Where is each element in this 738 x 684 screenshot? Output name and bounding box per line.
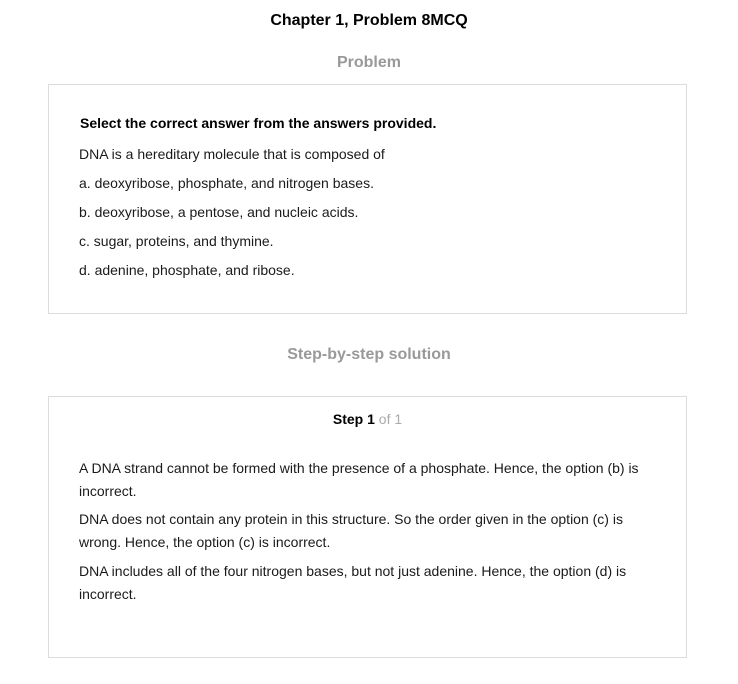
question-stem: DNA is a hereditary molecule that is com…	[79, 146, 385, 162]
problem-instruction: Select the correct answer from the answe…	[80, 115, 437, 131]
problem-heading: Problem	[336, 54, 401, 71]
step-number: 1	[367, 411, 375, 427]
solution-paragraph: DNA includes all of the four nitrogen ba…	[79, 563, 627, 602]
solution-paragraph: DNA does not contain any protein in this…	[79, 511, 623, 550]
solution-card: Step 1 of 1 A DNA strand cannot be forme…	[48, 396, 687, 658]
answer-option-b: b. deoxyribose, a pentose, and nucleic a…	[79, 204, 359, 220]
step-indicator: Step 1 of 1	[49, 410, 686, 428]
problem-card: Select the correct answer from the answe…	[48, 84, 687, 314]
solution-heading: Step-by-step solution	[287, 346, 451, 363]
answer-option-c: c. sugar, proteins, and thymine.	[79, 233, 274, 249]
answer-option-d: d. adenine, phosphate, and ribose.	[79, 262, 295, 278]
step-total: of 1	[378, 411, 403, 427]
answer-option-a: a. deoxyribose, phosphate, and nitrogen …	[79, 175, 374, 191]
step-word: Step	[332, 411, 364, 427]
page-title: Chapter 1, Problem 8MCQ	[270, 12, 468, 29]
solution-paragraph: A DNA strand cannot be formed with the p…	[79, 460, 639, 499]
